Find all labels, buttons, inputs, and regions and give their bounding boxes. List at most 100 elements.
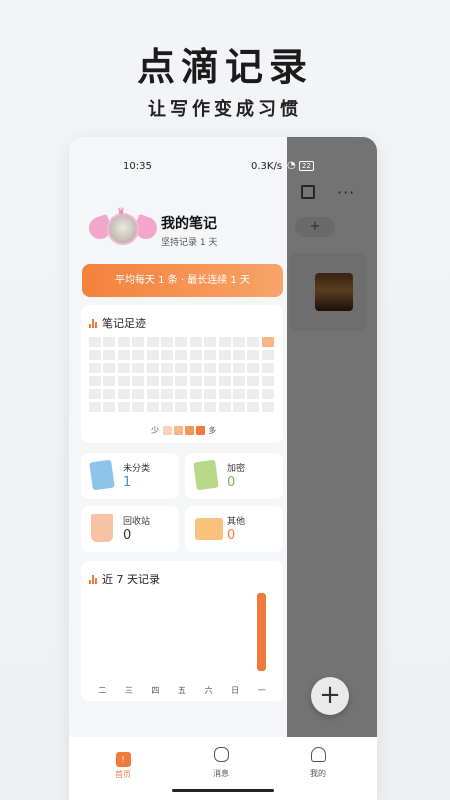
heatmap-cell bbox=[132, 363, 145, 373]
heatmap-cell bbox=[204, 337, 217, 347]
heatmap-cell bbox=[247, 350, 260, 360]
message-icon bbox=[213, 747, 229, 762]
week-label-5: 日 bbox=[231, 686, 240, 695]
heatmap-cell bbox=[233, 376, 245, 386]
heatmap-cell bbox=[175, 389, 188, 399]
heatmap-cell bbox=[161, 389, 173, 399]
week-label-1: 三 bbox=[124, 686, 133, 695]
heatmap-cell bbox=[132, 389, 145, 399]
category-encrypted[interactable]: 加密 0 bbox=[185, 453, 283, 499]
drawer-scrim[interactable] bbox=[287, 137, 377, 737]
heatmap-cell bbox=[204, 389, 217, 399]
navigation-drawer: ♛ 我的笔记 坚持记录 1 天 平均每天 1 条 · 最长连续 1 天 笔记足迹… bbox=[69, 137, 287, 737]
heatmap-cell bbox=[247, 402, 260, 412]
heatmap-cell bbox=[132, 350, 145, 360]
add-note-button[interactable]: + bbox=[311, 677, 349, 715]
category-count: 0 bbox=[123, 528, 132, 543]
category-label: 未分类 bbox=[123, 464, 151, 474]
tab-messages[interactable]: 消息 bbox=[191, 747, 251, 779]
legend-swatch bbox=[195, 426, 205, 435]
heatmap-cell bbox=[117, 337, 130, 347]
home-icon: ! bbox=[115, 752, 131, 767]
heatmap-cell bbox=[261, 350, 274, 360]
heatmap-cell bbox=[103, 363, 116, 373]
heatmap-cell bbox=[247, 363, 260, 373]
heatmap-cell bbox=[117, 363, 130, 373]
heatmap-cell bbox=[233, 389, 245, 399]
week-label-4: 六 bbox=[204, 686, 213, 695]
heatmap-cell bbox=[175, 363, 188, 373]
profile-icon bbox=[310, 747, 326, 762]
weekly-records-card: 近 7 天记录 二 三 四 五 六 日 一 bbox=[81, 561, 283, 701]
legend-swatch bbox=[184, 426, 194, 435]
category-recycle-bin[interactable]: 回收站 0 bbox=[81, 506, 179, 552]
week-label-2: 四 bbox=[151, 686, 160, 695]
heatmap-cell bbox=[204, 363, 217, 373]
heatmap-cell bbox=[132, 402, 145, 412]
heatmap-cell bbox=[189, 389, 202, 399]
heatmap-cell bbox=[175, 402, 188, 412]
network-speed: 0.3K/s bbox=[251, 161, 283, 172]
heatmap-cell bbox=[161, 350, 173, 360]
category-other[interactable]: 其他 0 bbox=[185, 506, 283, 552]
category-uncategorized[interactable]: 未分类 1 bbox=[81, 453, 179, 499]
heatmap-cell bbox=[146, 350, 159, 360]
category-count: 1 bbox=[123, 475, 132, 490]
book-icon bbox=[89, 459, 115, 491]
heatmap-cell bbox=[89, 337, 101, 347]
heatmap-cell bbox=[233, 337, 245, 347]
tab-label: 首页 bbox=[115, 770, 131, 779]
heatmap-cell bbox=[117, 376, 130, 386]
heatmap-cell bbox=[103, 402, 116, 412]
bar-chart-icon bbox=[89, 319, 98, 328]
heatmap-cell bbox=[233, 402, 245, 412]
tab-profile[interactable]: 我的 bbox=[288, 747, 348, 779]
heatmap-cell bbox=[189, 402, 202, 412]
legend-swatches bbox=[162, 426, 206, 435]
tab-home[interactable]: ! 首页 bbox=[93, 747, 153, 780]
heatmap-cell bbox=[189, 376, 202, 386]
heatmap-cell bbox=[218, 363, 231, 373]
heatmap-cell bbox=[146, 402, 159, 412]
status-time: 10:35 bbox=[123, 161, 152, 172]
legend-more: 多 bbox=[208, 426, 217, 435]
stats-banner[interactable]: 平均每天 1 条 · 最长连续 1 天 bbox=[82, 264, 283, 297]
status-icons: ◔ 22 bbox=[287, 160, 314, 171]
heatmap-cell bbox=[261, 337, 274, 347]
weekly-heading: 近 7 天记录 bbox=[89, 571, 160, 587]
heatmap-cell bbox=[117, 350, 130, 360]
footprint-title: 笔记足迹 bbox=[102, 317, 146, 330]
heatmap-cell bbox=[218, 402, 231, 412]
heatmap-cell bbox=[261, 363, 274, 373]
heatmap-cell bbox=[204, 350, 217, 360]
legend-less: 少 bbox=[151, 426, 159, 435]
promo-subtitle: 让写作变成习惯 bbox=[148, 99, 302, 120]
heatmap-cell bbox=[233, 350, 245, 360]
heatmap-cell bbox=[117, 389, 130, 399]
heatmap-cell bbox=[218, 389, 231, 399]
avatar[interactable]: ♛ bbox=[85, 207, 161, 251]
category-label: 回收站 bbox=[123, 517, 151, 527]
heatmap-cell bbox=[189, 350, 202, 360]
heatmap-cell bbox=[218, 376, 231, 386]
heatmap-cell bbox=[189, 363, 202, 373]
profile-name: 我的笔记 bbox=[161, 216, 217, 232]
heatmap-cell bbox=[161, 376, 173, 386]
heatmap-cell bbox=[175, 337, 188, 347]
promo-title: 点滴记录 bbox=[136, 44, 313, 89]
week-bar-6 bbox=[257, 593, 267, 671]
heatmap-cell bbox=[146, 376, 159, 386]
heatmap-cell bbox=[89, 376, 101, 386]
heatmap-cell bbox=[233, 363, 245, 373]
footprint-card: 笔记足迹 少 多 bbox=[81, 305, 283, 443]
heatmap-cell bbox=[89, 389, 101, 399]
folder-icon bbox=[195, 518, 223, 540]
heatmap-cell bbox=[204, 402, 217, 412]
category-count: 0 bbox=[227, 475, 236, 490]
heatmap-cell bbox=[89, 402, 101, 412]
profile-header[interactable]: ♛ 我的笔记 坚持记录 1 天 bbox=[83, 207, 283, 253]
heatmap-cell bbox=[103, 389, 116, 399]
heatmap-cell bbox=[175, 350, 188, 360]
recycle-bin-icon bbox=[91, 514, 113, 542]
heatmap-cell bbox=[161, 337, 173, 347]
